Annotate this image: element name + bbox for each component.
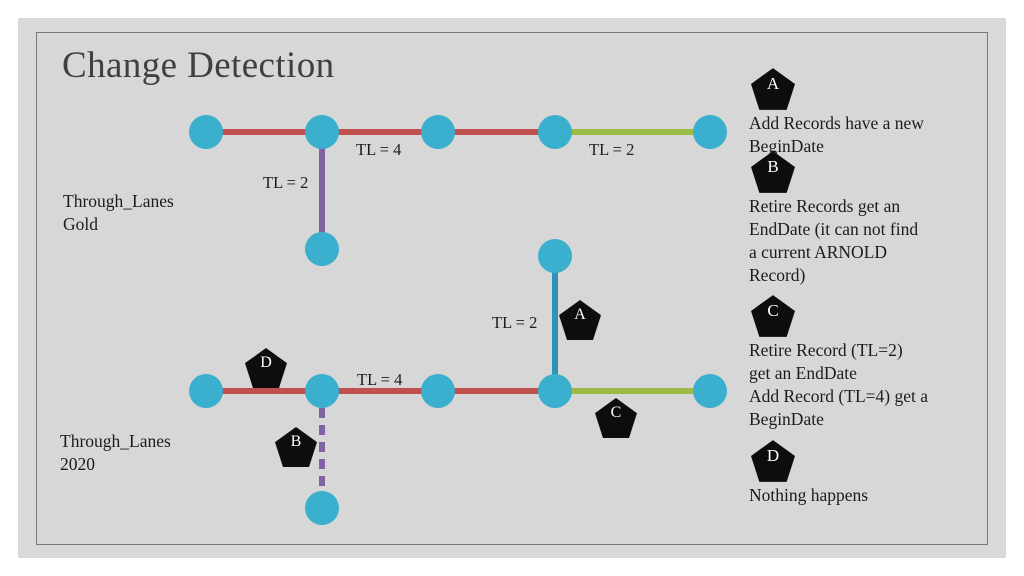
legend-badge-a[interactable]: A — [751, 68, 795, 110]
legend-item-c: C Retire Record (TL=2) get an EndDate Ad… — [749, 293, 981, 438]
badge-letter: C — [610, 404, 622, 421]
badge-letter: C — [767, 301, 779, 320]
node-gold-branch-end[interactable] — [305, 232, 339, 266]
node-2020-2[interactable] — [305, 374, 339, 408]
edge-label-2020-main-left: TL = 4 — [357, 370, 403, 389]
badge-letter: D — [260, 354, 272, 371]
legend-item-b: B Retire Records get an EndDate (it can … — [749, 146, 981, 293]
legend-item-d: D Nothing happens — [749, 438, 981, 508]
legend-text-b: Retire Records get an EndDate (it can no… — [749, 196, 919, 285]
edge-label-gold-branch: TL = 2 — [263, 173, 309, 192]
node-gold-2[interactable] — [305, 115, 339, 149]
node-gold-3[interactable] — [421, 115, 455, 149]
legend-item-a: A Add Records have a new BeginDate — [749, 62, 981, 156]
row-label-2020-line2: 2020 — [60, 454, 95, 474]
row-label-2020: Through_Lanes 2020 — [60, 430, 171, 476]
badge-marker-c-bottom[interactable]: C — [595, 398, 637, 438]
badge-letter: A — [574, 306, 586, 323]
edge-label-gold-main-left: TL = 4 — [356, 140, 402, 159]
edge-gold-main-red — [206, 129, 555, 135]
legend-panel: A Add Records have a new BeginDate B Ret… — [749, 62, 981, 508]
node-2020-3[interactable] — [421, 374, 455, 408]
edge-label-2020-branch-up: TL = 2 — [492, 313, 538, 332]
node-2020-branch-up-end[interactable] — [538, 239, 572, 273]
node-gold-5[interactable] — [693, 115, 727, 149]
node-gold-1[interactable] — [189, 115, 223, 149]
row-label-gold-line1: Through_Lanes — [63, 191, 174, 211]
badge-letter: B — [767, 157, 779, 176]
legend-badge-c[interactable]: C — [751, 295, 795, 337]
edge-2020-main-green — [555, 388, 710, 394]
node-2020-branch-down-end[interactable] — [305, 491, 339, 525]
node-2020-4[interactable] — [538, 374, 572, 408]
edge-gold-main-green — [555, 129, 710, 135]
legend-badge-b[interactable]: B — [751, 151, 795, 193]
badge-marker-d-bottom[interactable]: D — [245, 348, 287, 388]
badge-letter: D — [766, 446, 780, 465]
badge-letter: B — [290, 433, 302, 450]
legend-badge-d[interactable]: D — [751, 440, 795, 482]
node-2020-5[interactable] — [693, 374, 727, 408]
badge-marker-a-bottom[interactable]: A — [559, 300, 601, 340]
badge-letter: A — [766, 74, 780, 93]
row-label-gold: Through_Lanes Gold — [63, 190, 174, 236]
legend-text-d: Nothing happens — [749, 485, 869, 505]
slide-canvas: Change Detection TL = 4 TL = 2 TL = 2 Th… — [0, 0, 1024, 576]
node-gold-4[interactable] — [538, 115, 572, 149]
row-label-2020-line1: Through_Lanes — [60, 431, 171, 451]
node-2020-1[interactable] — [189, 374, 223, 408]
row-label-gold-line2: Gold — [63, 214, 98, 234]
edge-2020-branch-up-teal — [552, 256, 558, 391]
badge-marker-b-bottom[interactable]: B — [275, 427, 317, 467]
legend-text-c: Retire Record (TL=2) get an EndDate Add … — [749, 340, 928, 429]
page-title: Change Detection — [62, 45, 335, 86]
edge-label-gold-main-right: TL = 2 — [589, 140, 635, 159]
